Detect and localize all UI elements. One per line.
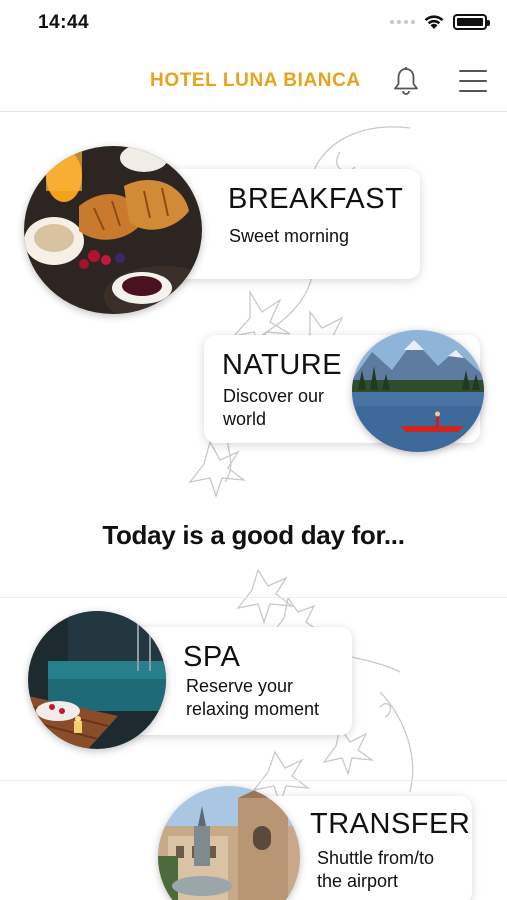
nature-image[interactable] xyxy=(352,330,484,452)
today-banner: Today is a good day for... xyxy=(0,500,507,598)
transfer-subtitle-line1: Shuttle from/to xyxy=(317,848,435,868)
spa-subtitle-line1: Reserve your xyxy=(186,676,294,696)
app-header: HOTEL LUNA BIANCA xyxy=(0,48,507,112)
hamburger-menu-icon[interactable] xyxy=(459,70,487,92)
breakfast-subtitle: Sweet morning xyxy=(229,226,350,246)
battery-icon xyxy=(453,14,490,30)
spa-image[interactable] xyxy=(28,611,166,749)
wifi-icon xyxy=(424,15,444,29)
signal-icon xyxy=(390,20,415,24)
status-icons xyxy=(390,14,490,30)
transfer-title: TRANSFER xyxy=(310,808,471,840)
transfer-subtitle-line2: the airport xyxy=(317,871,399,891)
spa-title: SPA xyxy=(183,641,241,673)
banner-text: Today is a good day for... xyxy=(102,520,405,550)
breakfast-image[interactable] xyxy=(24,146,202,314)
hotel-title: HOTEL LUNA BIANCA xyxy=(150,70,361,91)
bell-icon[interactable] xyxy=(392,66,420,96)
status-bar: 14:44 xyxy=(0,0,507,48)
breakfast-title: BREAKFAST xyxy=(228,183,404,215)
nature-subtitle-line1: Discover our xyxy=(223,386,325,406)
spa-subtitle-line2: relaxing moment xyxy=(186,699,320,719)
status-time: 14:44 xyxy=(38,12,90,33)
section-divider xyxy=(0,780,507,781)
nature-title: NATURE xyxy=(222,349,343,381)
nature-subtitle-line2: world xyxy=(223,409,267,429)
